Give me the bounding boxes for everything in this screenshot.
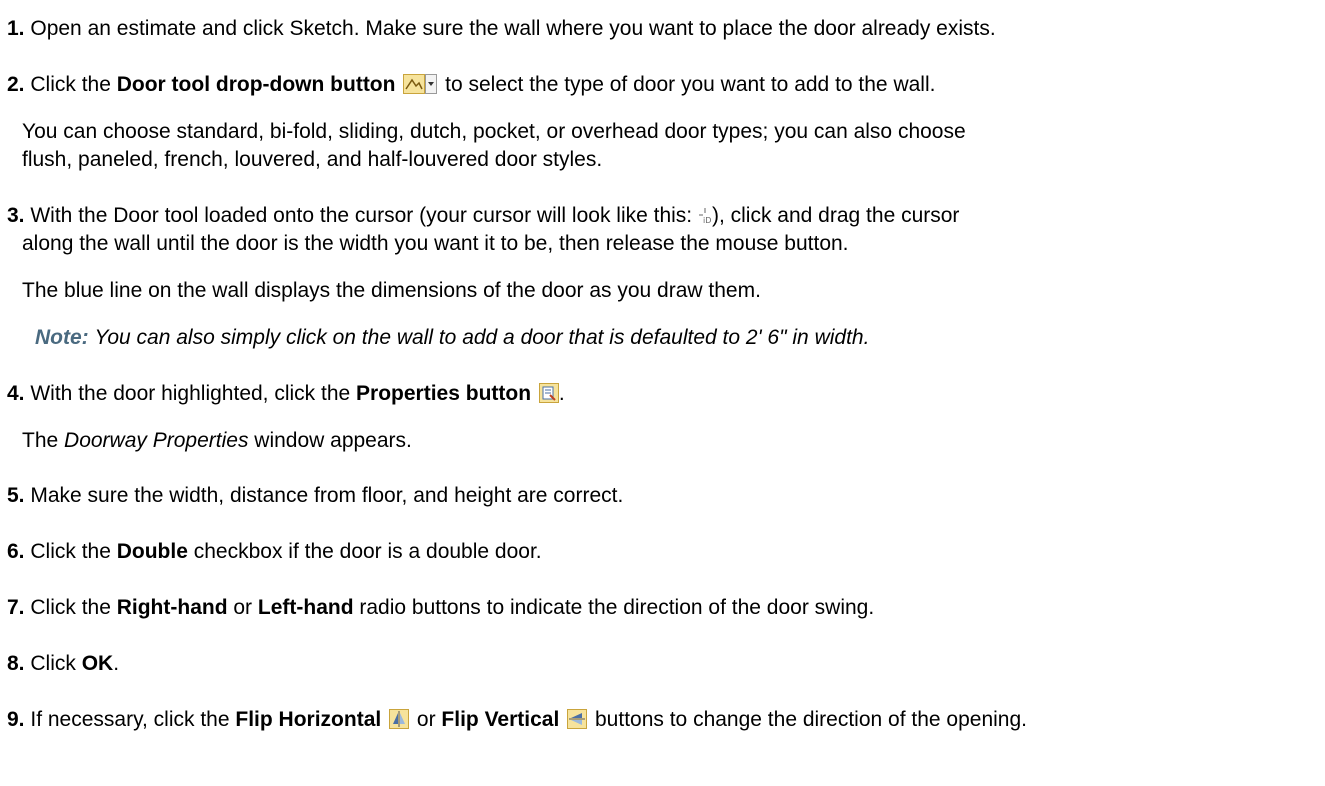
- step-3: 3. With the Door tool loaded onto the cu…: [7, 203, 959, 232]
- note: Note: You can also simply click on the w…: [35, 325, 869, 351]
- flip-horizontal-icon: [389, 709, 410, 736]
- step-2: 2. Click the Door tool drop-down button …: [7, 72, 935, 101]
- step-text: Open an estimate and click Sketch. Make …: [30, 17, 996, 40]
- properties-button-label: Properties button: [356, 382, 532, 405]
- step-text: With the Door tool loaded onto the curso…: [30, 204, 698, 227]
- step-text: Make sure the width, distance from floor…: [30, 484, 624, 507]
- step-5: 5. Make sure the width, distance from fl…: [7, 483, 623, 509]
- step-number: 1.: [7, 17, 25, 40]
- svg-text:iD: iD: [703, 216, 711, 225]
- step-2-detail: You can choose standard, bi-fold, slidin…: [22, 120, 966, 143]
- flip-vertical-label: Flip Vertical: [441, 708, 560, 731]
- step-number: 4.: [7, 382, 25, 405]
- step-3-line-2: along the wall until the door is the wid…: [22, 232, 849, 255]
- double-checkbox-label: Double: [116, 540, 188, 563]
- ok-label: OK: [81, 652, 114, 675]
- flip-vertical-icon: [567, 709, 588, 736]
- step-2-detail: flush, paneled, french, louvered, and ha…: [22, 148, 603, 171]
- window-name: Doorway Properties: [64, 429, 249, 452]
- step-8: 8. Click OK.: [7, 652, 120, 675]
- step-text-tail: to select the type of door you want to a…: [445, 73, 936, 96]
- door-tool-label: Door tool drop-down button: [116, 73, 396, 96]
- step-4: 4. With the door highlighted, click the …: [7, 381, 565, 410]
- step-9: 9. If necessary, click the Flip Horizont…: [7, 707, 1027, 736]
- note-label: Note:: [35, 326, 89, 349]
- step-number: 6.: [7, 540, 25, 563]
- step-4-detail: The Doorway Properties window appears.: [22, 429, 412, 452]
- step-3-detail: The blue line on the wall displays the d…: [22, 279, 761, 302]
- properties-icon: [538, 383, 559, 410]
- step-number: 5.: [7, 484, 25, 507]
- step-number: 9.: [7, 708, 25, 731]
- left-hand-label: Left-hand: [257, 596, 354, 619]
- note-text: You can also simply click on the wall to…: [94, 326, 870, 349]
- right-hand-label: Right-hand: [116, 596, 228, 619]
- step-text: Click the: [30, 73, 117, 96]
- door-cursor-icon: iD: [698, 205, 712, 232]
- step-1: 1. Open an estimate and click Sketch. Ma…: [7, 16, 996, 42]
- step-text-tail: ), click and drag the cursor: [711, 204, 960, 227]
- step-7: 7. Click the Right-hand or Left-hand rad…: [7, 596, 875, 619]
- step-text: With the door highlighted, click the: [30, 382, 357, 405]
- step-number: 2.: [7, 73, 25, 96]
- door-tool-dropdown-icon: [403, 74, 438, 101]
- step-number: 7.: [7, 596, 25, 619]
- step-6: 6. Click the Double checkbox if the door…: [7, 540, 542, 563]
- flip-horizontal-label: Flip Horizontal: [235, 708, 382, 731]
- step-number: 3.: [7, 204, 25, 227]
- step-number: 8.: [7, 652, 25, 675]
